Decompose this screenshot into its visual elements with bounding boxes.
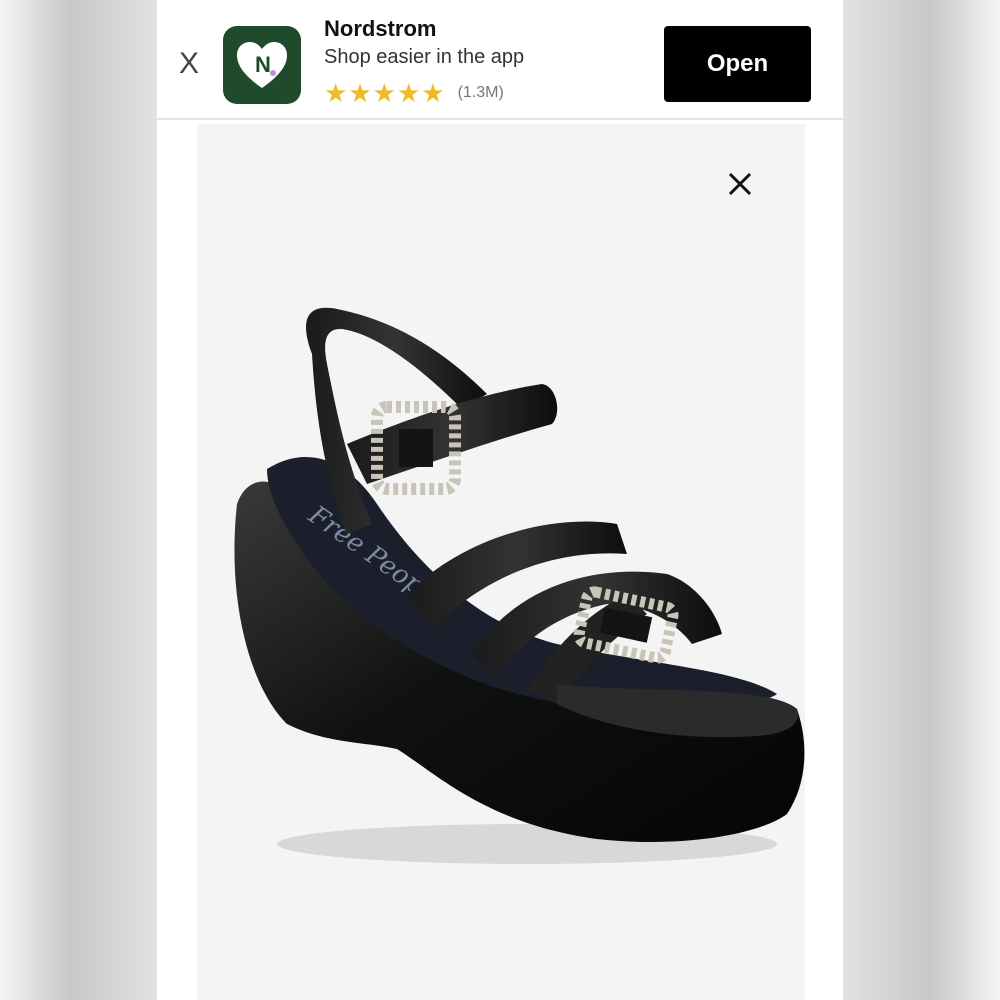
app-tagline: Shop easier in the app (324, 46, 525, 68)
product-image: Free People (234, 307, 805, 864)
app-smart-banner: X N Nordstrom Shop easier in the app ★ ★… (157, 0, 843, 120)
app-rating: ★ ★ ★ ★ ★ (1.3M) (324, 80, 504, 106)
star-icon: ★ (372, 78, 396, 108)
nordstrom-app-icon: N (223, 26, 301, 104)
close-icon[interactable] (722, 166, 758, 202)
background-left (0, 0, 157, 1000)
product-image-panel: Free People (197, 124, 805, 1000)
svg-text:N: N (255, 52, 271, 77)
star-icon: ★ (348, 78, 372, 108)
star-icon: ★ (396, 78, 421, 108)
app-name: Nordstrom (324, 16, 437, 41)
phone-screen: X N Nordstrom Shop easier in the app ★ ★… (157, 0, 843, 1000)
background-right (843, 0, 1000, 1000)
star-icon: ★ (421, 78, 445, 108)
rating-count: (1.3M) (457, 84, 504, 101)
open-app-button[interactable]: Open (664, 26, 811, 102)
banner-close-button[interactable]: X (175, 49, 203, 79)
star-icon: ★ (324, 78, 348, 108)
